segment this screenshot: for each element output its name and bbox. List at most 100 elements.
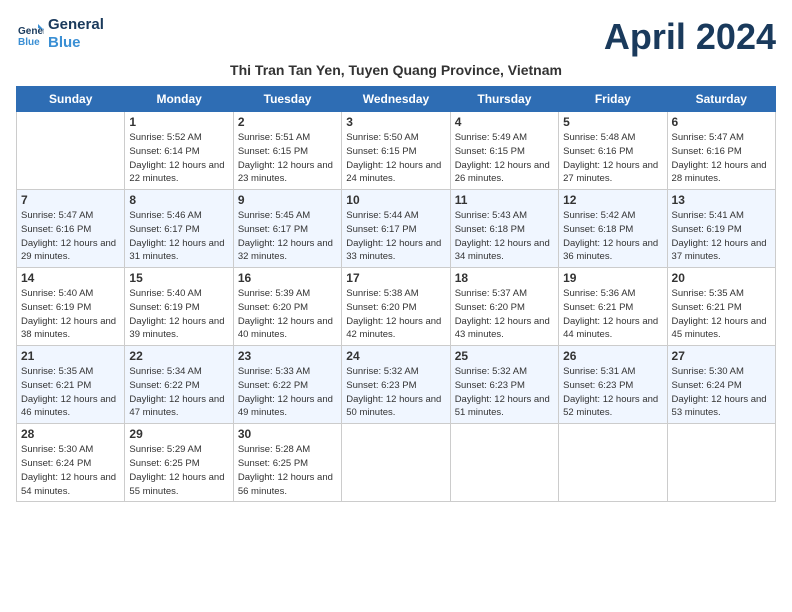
day-number: 12: [563, 193, 662, 207]
day-info: Sunrise: 5:43 AM Sunset: 6:18 PM Dayligh…: [455, 209, 554, 264]
calendar-table: SundayMondayTuesdayWednesdayThursdayFrid…: [16, 86, 776, 502]
day-info: Sunrise: 5:46 AM Sunset: 6:17 PM Dayligh…: [129, 209, 228, 264]
calendar-day-cell: 3 Sunrise: 5:50 AM Sunset: 6:15 PM Daylig…: [342, 112, 450, 190]
day-info: Sunrise: 5:32 AM Sunset: 6:23 PM Dayligh…: [455, 365, 554, 420]
calendar-subtitle: Thi Tran Tan Yen, Tuyen Quang Province, …: [16, 62, 776, 78]
calendar-week-row: 14Sunrise: 5:40 AM Sunset: 6:19 PM Dayli…: [17, 268, 776, 346]
day-number: 8: [129, 193, 228, 207]
calendar-day-cell: [559, 424, 667, 502]
day-number: 24: [346, 349, 445, 363]
calendar-day-cell: 9 Sunrise: 5:45 AM Sunset: 6:17 PM Daylig…: [233, 190, 341, 268]
day-info: Sunrise: 5:35 AM Sunset: 6:21 PM Dayligh…: [21, 365, 120, 420]
calendar-day-cell: [17, 112, 125, 190]
calendar-day-cell: 5 Sunrise: 5:48 AM Sunset: 6:16 PM Daylig…: [559, 112, 667, 190]
calendar-day-cell: 23 Sunrise: 5:33 AM Sunset: 6:22 PM Dayli…: [233, 346, 341, 424]
logo-text: General Blue: [48, 16, 104, 52]
calendar-day-cell: 24Sunrise: 5:32 AM Sunset: 6:23 PM Dayli…: [342, 346, 450, 424]
calendar-day-cell: 18Sunrise: 5:37 AM Sunset: 6:20 PM Dayli…: [450, 268, 558, 346]
day-info: Sunrise: 5:35 AM Sunset: 6:21 PM Dayligh…: [672, 287, 771, 342]
day-info: Sunrise: 5:51 AM Sunset: 6:15 PM Dayligh…: [238, 131, 337, 186]
day-number: 2: [238, 115, 337, 129]
day-info: Sunrise: 5:42 AM Sunset: 6:18 PM Dayligh…: [563, 209, 662, 264]
day-number: 27: [672, 349, 771, 363]
day-info: Sunrise: 5:40 AM Sunset: 6:19 PM Dayligh…: [129, 287, 228, 342]
calendar-title: April 2024: [604, 16, 776, 58]
day-info: Sunrise: 5:50 AM Sunset: 6:15 PM Dayligh…: [346, 131, 445, 186]
day-number: 16: [238, 271, 337, 285]
calendar-day-cell: 8 Sunrise: 5:46 AM Sunset: 6:17 PM Daylig…: [125, 190, 233, 268]
day-info: Sunrise: 5:30 AM Sunset: 6:24 PM Dayligh…: [672, 365, 771, 420]
day-number: 28: [21, 427, 120, 441]
calendar-day-cell: [342, 424, 450, 502]
day-info: Sunrise: 5:45 AM Sunset: 6:17 PM Dayligh…: [238, 209, 337, 264]
day-number: 17: [346, 271, 445, 285]
day-info: Sunrise: 5:34 AM Sunset: 6:22 PM Dayligh…: [129, 365, 228, 420]
day-number: 4: [455, 115, 554, 129]
calendar-day-cell: 15Sunrise: 5:40 AM Sunset: 6:19 PM Dayli…: [125, 268, 233, 346]
calendar-day-cell: 7Sunrise: 5:47 AM Sunset: 6:16 PM Daylig…: [17, 190, 125, 268]
calendar-day-cell: 29 Sunrise: 5:29 AM Sunset: 6:25 PM Dayli…: [125, 424, 233, 502]
day-number: 22: [129, 349, 228, 363]
weekday-header: Saturday: [667, 87, 775, 112]
day-info: Sunrise: 5:38 AM Sunset: 6:20 PM Dayligh…: [346, 287, 445, 342]
day-info: Sunrise: 5:40 AM Sunset: 6:19 PM Dayligh…: [21, 287, 120, 342]
day-number: 20: [672, 271, 771, 285]
calendar-day-cell: [667, 424, 775, 502]
weekday-header: Friday: [559, 87, 667, 112]
calendar-day-cell: 14Sunrise: 5:40 AM Sunset: 6:19 PM Dayli…: [17, 268, 125, 346]
day-info: Sunrise: 5:52 AM Sunset: 6:14 PM Dayligh…: [129, 131, 228, 186]
calendar-day-cell: 28Sunrise: 5:30 AM Sunset: 6:24 PM Dayli…: [17, 424, 125, 502]
calendar-day-cell: 12 Sunrise: 5:42 AM Sunset: 6:18 PM Dayli…: [559, 190, 667, 268]
day-number: 23: [238, 349, 337, 363]
day-number: 19: [563, 271, 662, 285]
day-info: Sunrise: 5:37 AM Sunset: 6:20 PM Dayligh…: [455, 287, 554, 342]
day-info: Sunrise: 5:47 AM Sunset: 6:16 PM Dayligh…: [672, 131, 771, 186]
calendar-week-row: 28Sunrise: 5:30 AM Sunset: 6:24 PM Dayli…: [17, 424, 776, 502]
weekday-header: Monday: [125, 87, 233, 112]
day-number: 29: [129, 427, 228, 441]
calendar-week-row: 21 Sunrise: 5:35 AM Sunset: 6:21 PM Dayli…: [17, 346, 776, 424]
day-number: 30: [238, 427, 337, 441]
calendar-day-cell: 17 Sunrise: 5:38 AM Sunset: 6:20 PM Dayli…: [342, 268, 450, 346]
svg-text:Blue: Blue: [18, 37, 40, 48]
calendar-day-cell: 27 Sunrise: 5:30 AM Sunset: 6:24 PM Dayli…: [667, 346, 775, 424]
day-number: 1: [129, 115, 228, 129]
day-info: Sunrise: 5:29 AM Sunset: 6:25 PM Dayligh…: [129, 443, 228, 498]
calendar-day-cell: 6 Sunrise: 5:47 AM Sunset: 6:16 PM Daylig…: [667, 112, 775, 190]
page-header: General Blue General Blue April 2024: [16, 16, 776, 58]
day-info: Sunrise: 5:41 AM Sunset: 6:19 PM Dayligh…: [672, 209, 771, 264]
day-number: 3: [346, 115, 445, 129]
day-number: 13: [672, 193, 771, 207]
calendar-week-row: 1 Sunrise: 5:52 AM Sunset: 6:14 PM Daylig…: [17, 112, 776, 190]
calendar-day-cell: [450, 424, 558, 502]
calendar-day-cell: 19Sunrise: 5:36 AM Sunset: 6:21 PM Dayli…: [559, 268, 667, 346]
weekday-header: Sunday: [17, 87, 125, 112]
logo: General Blue General Blue: [16, 16, 104, 52]
day-number: 6: [672, 115, 771, 129]
day-number: 11: [455, 193, 554, 207]
calendar-day-cell: 4 Sunrise: 5:49 AM Sunset: 6:15 PM Daylig…: [450, 112, 558, 190]
calendar-day-cell: 20 Sunrise: 5:35 AM Sunset: 6:21 PM Dayli…: [667, 268, 775, 346]
day-number: 9: [238, 193, 337, 207]
calendar-day-cell: 16 Sunrise: 5:39 AM Sunset: 6:20 PM Dayli…: [233, 268, 341, 346]
calendar-day-cell: 1 Sunrise: 5:52 AM Sunset: 6:14 PM Daylig…: [125, 112, 233, 190]
calendar-week-row: 7Sunrise: 5:47 AM Sunset: 6:16 PM Daylig…: [17, 190, 776, 268]
calendar-day-cell: 2 Sunrise: 5:51 AM Sunset: 6:15 PM Daylig…: [233, 112, 341, 190]
day-info: Sunrise: 5:48 AM Sunset: 6:16 PM Dayligh…: [563, 131, 662, 186]
weekday-header: Tuesday: [233, 87, 341, 112]
day-info: Sunrise: 5:33 AM Sunset: 6:22 PM Dayligh…: [238, 365, 337, 420]
logo-icon: General Blue: [16, 20, 44, 48]
day-info: Sunrise: 5:47 AM Sunset: 6:16 PM Dayligh…: [21, 209, 120, 264]
day-info: Sunrise: 5:44 AM Sunset: 6:17 PM Dayligh…: [346, 209, 445, 264]
day-number: 5: [563, 115, 662, 129]
calendar-day-cell: 13 Sunrise: 5:41 AM Sunset: 6:19 PM Dayli…: [667, 190, 775, 268]
calendar-day-cell: 22 Sunrise: 5:34 AM Sunset: 6:22 PM Dayli…: [125, 346, 233, 424]
day-info: Sunrise: 5:49 AM Sunset: 6:15 PM Dayligh…: [455, 131, 554, 186]
day-number: 21: [21, 349, 120, 363]
day-info: Sunrise: 5:39 AM Sunset: 6:20 PM Dayligh…: [238, 287, 337, 342]
calendar-day-cell: 25Sunrise: 5:32 AM Sunset: 6:23 PM Dayli…: [450, 346, 558, 424]
calendar-day-cell: 26Sunrise: 5:31 AM Sunset: 6:23 PM Dayli…: [559, 346, 667, 424]
calendar-day-cell: 11 Sunrise: 5:43 AM Sunset: 6:18 PM Dayli…: [450, 190, 558, 268]
weekday-header: Wednesday: [342, 87, 450, 112]
calendar-day-cell: 30Sunrise: 5:28 AM Sunset: 6:25 PM Dayli…: [233, 424, 341, 502]
